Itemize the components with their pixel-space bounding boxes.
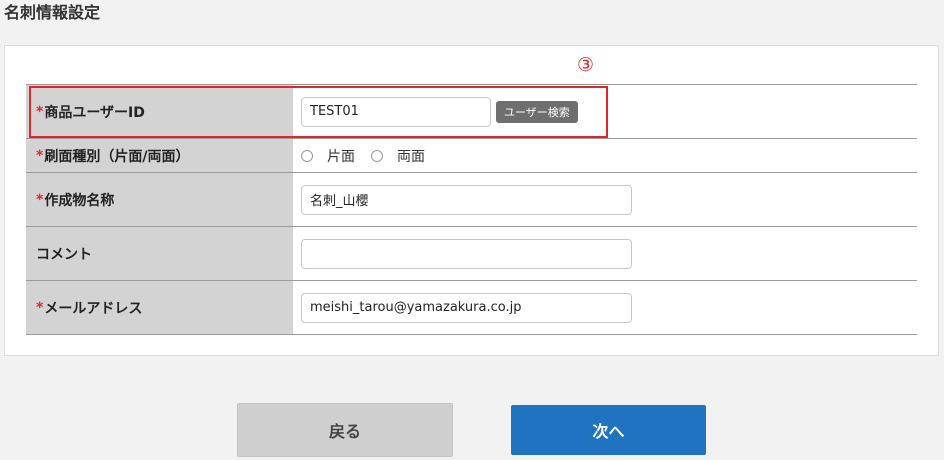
- back-button[interactable]: 戻る: [237, 403, 453, 457]
- email-input[interactable]: [301, 292, 632, 323]
- form-row-print-side: * 刷面種別（片面/両面） 片面 両面: [26, 139, 917, 173]
- required-mark: *: [36, 103, 44, 120]
- form-value-comment: [293, 227, 917, 280]
- form-value-product-user-id: ユーザー検索: [293, 85, 917, 138]
- form-label-print-side: * 刷面種別（片面/両面）: [26, 139, 293, 172]
- form-table: * 商品ユーザーID ユーザー検索 * 刷面種別（片面/両面） 片面: [26, 84, 917, 335]
- user-search-button[interactable]: ユーザー検索: [496, 100, 578, 123]
- product-user-id-input[interactable]: [301, 96, 491, 127]
- radio-button-double-side[interactable]: [371, 149, 383, 162]
- radio-label-single-side: 片面: [327, 148, 355, 165]
- form-row-item-name: * 作成物名称: [26, 173, 917, 227]
- item-name-input[interactable]: [301, 184, 632, 215]
- annotation-number: ③: [577, 54, 595, 76]
- label-text: コメント: [36, 246, 92, 263]
- radio-option-double-side[interactable]: 両面: [371, 146, 425, 166]
- form-row-comment: コメント: [26, 227, 917, 281]
- form-label-email: * メールアドレス: [26, 281, 293, 334]
- form-value-email: [293, 281, 917, 334]
- radio-label-double-side: 両面: [397, 148, 425, 165]
- form-label-item-name: * 作成物名称: [26, 173, 293, 226]
- required-mark: *: [36, 147, 44, 164]
- label-text: 作成物名称: [44, 192, 115, 209]
- form-label-product-user-id: * 商品ユーザーID: [26, 85, 293, 138]
- form-value-item-name: [293, 173, 917, 226]
- next-button[interactable]: 次へ: [511, 405, 706, 455]
- form-row-email: * メールアドレス: [26, 281, 917, 335]
- label-text: 刷面種別（片面/両面）: [44, 148, 190, 165]
- required-mark: *: [36, 191, 44, 208]
- comment-input[interactable]: [301, 238, 632, 269]
- business-card-settings-page: 名刺情報設定 ③ * 商品ユーザーID ユーザー検索 * 刷面種別（片面/両面）: [0, 0, 944, 460]
- page-title: 名刺情報設定: [4, 3, 101, 22]
- radio-option-single-side[interactable]: 片面: [301, 146, 355, 166]
- label-text: 商品ユーザーID: [44, 104, 145, 121]
- form-label-comment: コメント: [26, 227, 293, 280]
- required-mark: *: [36, 299, 44, 316]
- form-row-product-user-id: * 商品ユーザーID ユーザー検索: [26, 85, 917, 139]
- label-text: メールアドレス: [44, 300, 143, 317]
- radio-button-single-side[interactable]: [301, 149, 313, 162]
- form-value-print-side: 片面 両面: [293, 139, 917, 172]
